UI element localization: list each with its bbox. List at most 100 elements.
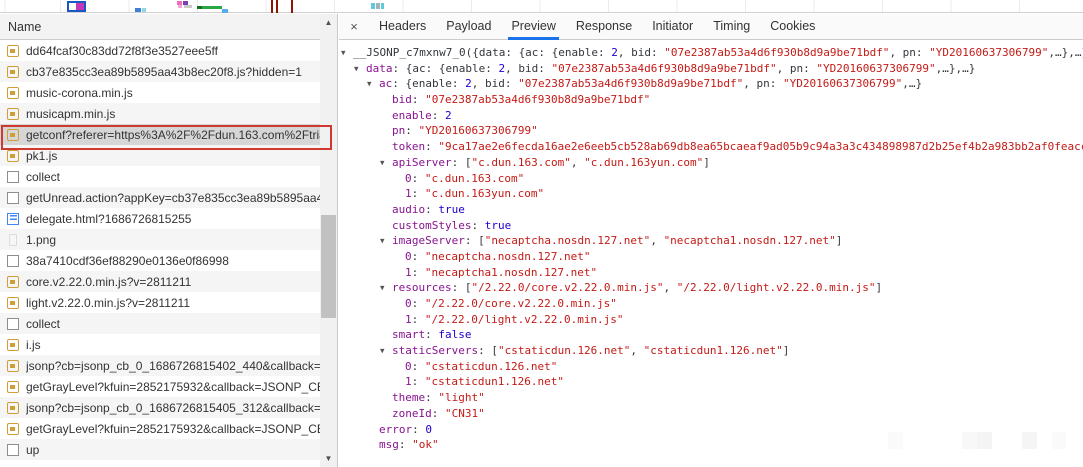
request-name-label: getGrayLevel?kfuin=2852175932&callback=J… <box>26 380 321 394</box>
close-icon[interactable]: × <box>339 19 369 34</box>
json-punctuation: __JSONP_c7mxnw7_0({data: {ac: {enable: <box>353 46 611 59</box>
json-punctuation: : <box>412 375 425 388</box>
request-name-label: musicapm.min.js <box>26 107 115 121</box>
request-row[interactable]: getUnread.action?appKey=cb37e835cc3ea89b… <box>0 187 321 208</box>
json-string-value: "YD20160637306799" <box>419 124 538 137</box>
tab-cookies[interactable]: Cookies <box>760 14 825 40</box>
request-row[interactable]: jsonp?cb=jsonp_cb_0_1686726815405_312&ca… <box>0 397 321 418</box>
network-overview-strip[interactable] <box>0 0 1083 13</box>
expand-arrow-icon[interactable]: ▼ <box>367 76 379 92</box>
tree-row[interactable]: 1: "cstaticdun1.126.net" <box>339 374 1083 390</box>
request-list-panel: Name dd64fcaf30c83dd72f8f3e3527eee5ffcb3… <box>0 14 338 467</box>
expand-arrow-icon[interactable]: ▼ <box>380 155 392 171</box>
request-row[interactable]: i.js <box>0 334 321 355</box>
tab-headers[interactable]: Headers <box>369 14 436 40</box>
tree-row[interactable]: ▼__JSONP_c7mxnw7_0({data: {ac: {enable: … <box>339 45 1083 61</box>
tree-row[interactable]: 0: "cstaticdun.126.net" <box>339 359 1083 375</box>
expand-arrow-icon[interactable]: ▼ <box>354 61 366 77</box>
tab-timing[interactable]: Timing <box>703 14 760 40</box>
tree-row[interactable]: customStyles: true <box>339 218 1083 234</box>
tree-row[interactable]: ▼imageServer: ["necaptcha.nosdn.127.net"… <box>339 233 1083 249</box>
tree-row[interactable]: bid: "07e2387ab53a4d6f930b8d9a9be71bdf" <box>339 92 1083 108</box>
tree-row[interactable]: 1: "c.dun.163yun.com" <box>339 186 1083 202</box>
request-row[interactable]: 38a7410cdf36ef88290e0136e0f86998 <box>0 250 321 271</box>
tree-row[interactable]: 0: "/2.22.0/core.v2.22.0.min.js" <box>339 296 1083 312</box>
json-key: customStyles <box>392 219 471 232</box>
request-row[interactable]: jsonp?cb=jsonp_cb_0_1686726815402_440&ca… <box>0 355 321 376</box>
script-file-icon <box>7 87 19 99</box>
tab-payload[interactable]: Payload <box>436 14 501 40</box>
tree-row[interactable]: smart: false <box>339 327 1083 343</box>
json-punctuation: ,…},…},…}) <box>1048 46 1083 59</box>
request-row[interactable]: getGrayLevel?kfuin=2852175932&callback=J… <box>0 418 321 439</box>
scroll-up-arrow-icon[interactable]: ▲ <box>320 14 337 31</box>
json-key: 1 <box>405 313 412 326</box>
json-punctuation: , bid: <box>472 77 518 90</box>
tree-row[interactable]: token: "9ca17ae2e6fecda16ae2e6eeb5cb528a… <box>339 139 1083 155</box>
json-string-value: "/2.22.0/light.v2.22.0.min.js" <box>677 281 876 294</box>
script-file-icon <box>7 66 19 78</box>
expand-arrow-icon[interactable]: ▼ <box>380 343 392 359</box>
tree-row[interactable]: 0: "necaptcha.nosdn.127.net" <box>339 249 1083 265</box>
tree-row[interactable]: theme: "light" <box>339 390 1083 406</box>
request-row[interactable]: collect <box>0 166 321 187</box>
html-file-icon <box>7 213 19 225</box>
request-row[interactable]: delegate.html?1686726815255 <box>0 208 321 229</box>
tree-row[interactable]: 0: "c.dun.163.com" <box>339 171 1083 187</box>
json-string-value: "c.dun.163yun.com" <box>584 156 703 169</box>
json-key: 0 <box>405 250 412 263</box>
script-file-icon <box>7 276 19 288</box>
json-key: bid <box>392 93 412 106</box>
tree-row[interactable]: 1: "/2.22.0/light.v2.22.0.min.js" <box>339 312 1083 328</box>
tree-row[interactable]: zoneId: "CN31" <box>339 406 1083 422</box>
json-punctuation: : <box>432 109 445 122</box>
expand-arrow-icon[interactable]: ▼ <box>380 233 392 249</box>
tree-row[interactable]: audio: true <box>339 202 1083 218</box>
tab-response[interactable]: Response <box>566 14 642 40</box>
request-name-label: getGrayLevel?kfuin=2852175932&callback=J… <box>26 422 321 436</box>
json-string-value: "YD20160637306799" <box>816 62 935 75</box>
json-string-value: "necaptcha1.nosdn.127.net" <box>664 234 836 247</box>
tree-row[interactable]: ▼resources: ["/2.22.0/core.v2.22.0.min.j… <box>339 280 1083 296</box>
request-row[interactable]: getconf?referer=https%3A%2F%2Fdun.163.co… <box>0 124 321 145</box>
tab-initiator[interactable]: Initiator <box>642 14 703 40</box>
scrollbar[interactable]: ▲ ▼ <box>320 14 337 467</box>
request-row[interactable]: up <box>0 439 321 460</box>
json-punctuation: : <box>412 360 425 373</box>
request-row[interactable]: 1.png <box>0 229 321 250</box>
json-punctuation: ] <box>703 156 710 169</box>
json-number-value: 0 <box>425 423 432 436</box>
json-key: imageServer <box>392 234 465 247</box>
request-row[interactable]: light.v2.22.0.min.js?v=2811211 <box>0 292 321 313</box>
tab-preview[interactable]: Preview <box>501 14 565 40</box>
request-name-label: jsonp?cb=jsonp_cb_0_1686726815402_440&ca… <box>26 359 321 373</box>
watermark-block <box>888 432 903 449</box>
json-string-value: "cstaticdun1.126.net" <box>644 344 783 357</box>
request-row[interactable]: getGrayLevel?kfuin=2852175932&callback=J… <box>0 376 321 397</box>
request-row[interactable]: music-corona.min.js <box>0 82 321 103</box>
expand-arrow-icon[interactable]: ▼ <box>380 280 392 296</box>
tree-row[interactable]: pn: "YD20160637306799" <box>339 123 1083 139</box>
request-name-label: collect <box>26 170 60 184</box>
request-row[interactable]: core.v2.22.0.min.js?v=2811211 <box>0 271 321 292</box>
scrollbar-thumb[interactable] <box>321 215 336 318</box>
request-row[interactable]: pk1.js <box>0 145 321 166</box>
name-column-header[interactable]: Name <box>0 14 338 40</box>
script-file-icon <box>7 45 19 57</box>
scroll-down-arrow-icon[interactable]: ▼ <box>320 450 337 467</box>
json-string-value: "/2.22.0/core.v2.22.0.min.js" <box>471 281 663 294</box>
tree-row[interactable]: ▼data: {ac: {enable: 2, bid: "07e2387ab5… <box>339 61 1083 77</box>
script-file-icon <box>7 360 19 372</box>
tree-row[interactable]: enable: 2 <box>339 108 1083 124</box>
request-row[interactable]: collect <box>0 313 321 334</box>
tree-row[interactable]: ▼apiServer: ["c.dun.163.com", "c.dun.163… <box>339 155 1083 171</box>
tree-row[interactable]: 1: "necaptcha1.nosdn.127.net" <box>339 265 1083 281</box>
request-row[interactable]: dd64fcaf30c83dd72f8f3e3527eee5ff <box>0 40 321 61</box>
json-string-value: "c.dun.163yun.com" <box>425 187 544 200</box>
expand-arrow-icon[interactable]: ▼ <box>341 45 353 61</box>
request-row[interactable]: musicapm.min.js <box>0 103 321 124</box>
request-name-label: getconf?referer=https%3A%2F%2Fdun.163.co… <box>26 128 321 142</box>
request-row[interactable]: cb37e835cc3ea89b5895aa43b8ec20f8.js?hidd… <box>0 61 321 82</box>
tree-row[interactable]: ▼staticServers: ["cstaticdun.126.net", "… <box>339 343 1083 359</box>
tree-row[interactable]: ▼ac: {enable: 2, bid: "07e2387ab53a4d6f9… <box>339 76 1083 92</box>
